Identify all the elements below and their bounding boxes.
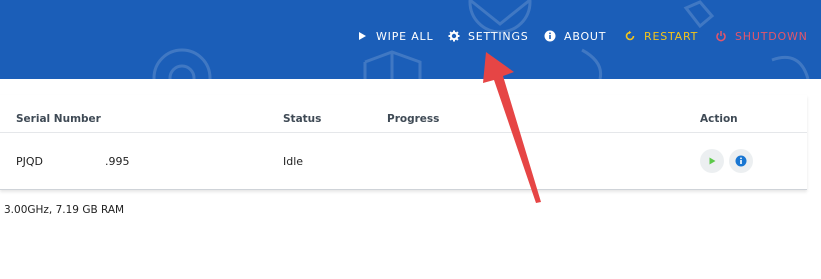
serial-number-cell: PJQD <box>16 155 44 168</box>
start-wipe-button[interactable] <box>700 149 724 173</box>
column-header-progress: Progress <box>387 113 440 125</box>
about-label: ABOUT <box>564 29 607 43</box>
status-cell: Idle <box>283 155 304 168</box>
column-header-action: Action <box>700 113 738 125</box>
wipe-all-label: WIPE ALL <box>376 29 434 43</box>
shutdown-button[interactable]: SHUTDOWN <box>715 29 808 43</box>
play-icon <box>709 157 716 165</box>
settings-label: SETTINGS <box>468 29 529 43</box>
restart-icon <box>625 30 635 41</box>
header-divider <box>0 132 807 133</box>
devices-table: Serial Number Status Progress Action PJQ… <box>0 95 807 190</box>
wipe-all-button[interactable]: WIPE ALL <box>356 29 433 43</box>
gear-icon <box>448 30 460 42</box>
restart-button[interactable]: RESTART <box>624 29 698 43</box>
serial-number-suffix: .995 <box>105 155 130 168</box>
settings-button[interactable]: SETTINGS <box>448 29 529 43</box>
info-icon <box>544 30 556 42</box>
shutdown-label: SHUTDOWN <box>735 29 808 43</box>
top-navigation-bar: WIPE ALL SETTINGS ABOUT RESTART SHUTDOWN <box>0 0 821 79</box>
play-icon <box>359 32 366 40</box>
power-icon <box>716 31 726 42</box>
column-header-serial: Serial Number <box>16 113 101 125</box>
info-icon <box>735 155 747 167</box>
system-info-text: 3.00GHz, 7.19 GB RAM <box>4 204 125 216</box>
restart-label: RESTART <box>644 29 699 43</box>
column-header-status: Status <box>283 113 322 125</box>
about-button[interactable]: ABOUT <box>544 29 606 43</box>
device-info-button[interactable] <box>729 149 753 173</box>
